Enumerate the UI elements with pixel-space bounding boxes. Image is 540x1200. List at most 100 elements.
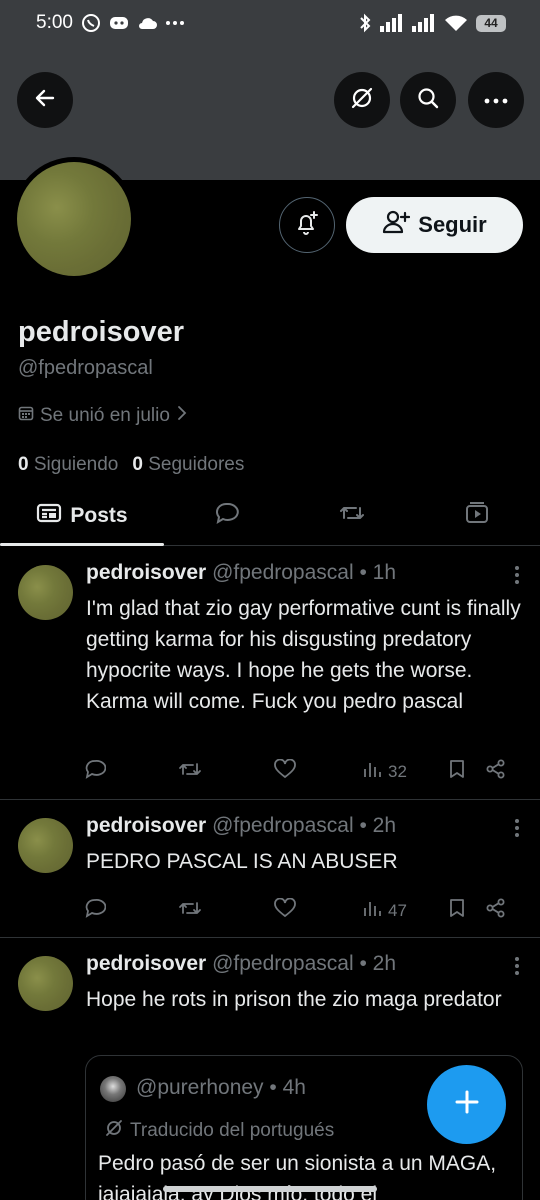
- back-button[interactable]: [17, 72, 73, 128]
- post-avatar[interactable]: [18, 565, 73, 620]
- quoted-post-text: Pedro pasó de ser un sionista a un MAGA,…: [98, 1152, 497, 1200]
- post-meta: @fpedropascal • 2h: [212, 814, 397, 837]
- followers-label: Seguidores: [148, 454, 245, 475]
- follow-button[interactable]: Seguir: [346, 197, 523, 253]
- status-bar: 5:00 44: [0, 0, 540, 46]
- like-button[interactable]: [274, 897, 362, 923]
- reply-button[interactable]: [84, 759, 178, 784]
- like-button[interactable]: [274, 758, 362, 784]
- follow-button-label: Seguir: [418, 212, 487, 237]
- translated-text: Traducido del portugués: [130, 1120, 335, 1141]
- tab-reposts[interactable]: [289, 486, 414, 545]
- whatsapp-icon: [81, 13, 101, 33]
- views-count: 47: [388, 900, 407, 920]
- following-link[interactable]: 0 Siguiendo: [18, 454, 118, 476]
- repost-button[interactable]: [178, 898, 274, 923]
- home-indicator[interactable]: [163, 1186, 377, 1192]
- wifi-icon: [444, 14, 468, 32]
- heart-icon: [274, 758, 296, 784]
- translate-icon: [104, 1118, 124, 1144]
- views-chart-icon: [362, 899, 382, 922]
- repost-icon: [178, 898, 202, 923]
- post-more-button[interactable]: [514, 818, 520, 843]
- reply-icon: [84, 898, 107, 923]
- search-icon: [416, 86, 440, 115]
- chevron-right-icon: [176, 405, 188, 427]
- post-actions: 32: [84, 758, 524, 784]
- followers-count: 0: [132, 454, 143, 475]
- status-time: 5:00: [36, 12, 73, 33]
- post-avatar[interactable]: [18, 818, 73, 873]
- search-button[interactable]: [400, 72, 456, 128]
- translated-label[interactable]: Traducido del portugués: [104, 1118, 334, 1144]
- repost-icon: [338, 501, 366, 531]
- reply-icon: [84, 759, 107, 784]
- compose-button[interactable]: [427, 1065, 506, 1144]
- repost-icon: [178, 759, 202, 784]
- tab-media[interactable]: [415, 486, 540, 545]
- post-author-name[interactable]: pedroisover: [86, 814, 206, 837]
- grok-button[interactable]: [334, 72, 390, 128]
- views-button[interactable]: 47: [362, 899, 448, 922]
- grok-icon: [349, 85, 375, 116]
- followers-link[interactable]: 0 Seguidores: [132, 454, 244, 476]
- share-button[interactable]: [486, 898, 506, 923]
- add-user-icon: [382, 209, 411, 241]
- more-vertical-icon: [514, 566, 520, 589]
- post-header: pedroisover @fpedropascal • 1h: [86, 561, 396, 585]
- bookmark-button[interactable]: [448, 898, 486, 923]
- cloud-icon: [137, 16, 157, 30]
- profile-display-name: pedroisover: [18, 316, 184, 348]
- plus-icon: [453, 1088, 481, 1121]
- views-count: 32: [388, 761, 407, 781]
- post-more-button[interactable]: [514, 565, 520, 590]
- post-author-name[interactable]: pedroisover: [86, 952, 206, 975]
- post-meta: @fpedropascal • 1h: [212, 561, 397, 584]
- quoted-post-meta: @purerhoney • 4h: [136, 1076, 306, 1099]
- post-author-name[interactable]: pedroisover: [86, 561, 206, 584]
- views-button[interactable]: 32: [362, 760, 448, 783]
- tab-replies[interactable]: [164, 486, 289, 545]
- back-arrow-icon: [33, 86, 57, 115]
- following-count: 0: [18, 454, 29, 475]
- avatar-image: [17, 162, 131, 276]
- joined-date[interactable]: Se unió en julio: [18, 405, 188, 427]
- quoted-post-avatar: [100, 1076, 126, 1102]
- profile-avatar[interactable]: [12, 157, 136, 281]
- tab-posts[interactable]: Posts: [0, 486, 164, 546]
- battery-icon: 44: [476, 14, 506, 32]
- more-vertical-icon: [514, 819, 520, 842]
- views-chart-icon: [362, 760, 382, 783]
- bell-plus-icon: [294, 210, 320, 241]
- share-button[interactable]: [486, 759, 506, 784]
- more-vertical-icon: [514, 957, 520, 980]
- share-icon: [486, 759, 506, 784]
- bookmark-button[interactable]: [448, 759, 486, 784]
- more-options-button[interactable]: [468, 72, 524, 128]
- repost-button[interactable]: [178, 759, 274, 784]
- reply-bubble-icon: [214, 501, 240, 531]
- post-text: Hope he rots in prison the zio maga pred…: [86, 988, 502, 1011]
- following-label: Siguiendo: [33, 454, 119, 475]
- joined-label: Se unió en julio: [40, 405, 170, 426]
- signal-icon-2: [412, 14, 436, 32]
- more-horizontal-icon: [484, 91, 508, 109]
- share-icon: [486, 898, 506, 923]
- post-header: pedroisover @fpedropascal • 2h: [86, 814, 396, 838]
- post-item[interactable]: pedroisover @fpedropascal • 2h PEDRO PAS…: [0, 800, 540, 938]
- post-text: I'm glad that zio gay performative cunt …: [86, 597, 521, 713]
- reply-button[interactable]: [84, 898, 178, 923]
- post-avatar[interactable]: [18, 956, 73, 1011]
- post-more-button[interactable]: [514, 956, 520, 981]
- heart-icon: [274, 897, 296, 923]
- profile-tabs: Posts: [0, 486, 540, 546]
- tab-posts-label: Posts: [70, 503, 128, 527]
- post-item[interactable]: pedroisover @fpedropascal • 1h I'm glad …: [0, 547, 540, 800]
- notifications-bell-button[interactable]: [279, 197, 335, 253]
- post-header: pedroisover @fpedropascal • 2h: [86, 952, 396, 976]
- more-notifications-icon: [165, 20, 185, 26]
- discord-icon: [109, 15, 129, 31]
- media-play-icon: [464, 501, 490, 531]
- post-text: PEDRO PASCAL IS AN ABUSER: [86, 850, 398, 873]
- post-meta: @fpedropascal • 2h: [212, 952, 397, 975]
